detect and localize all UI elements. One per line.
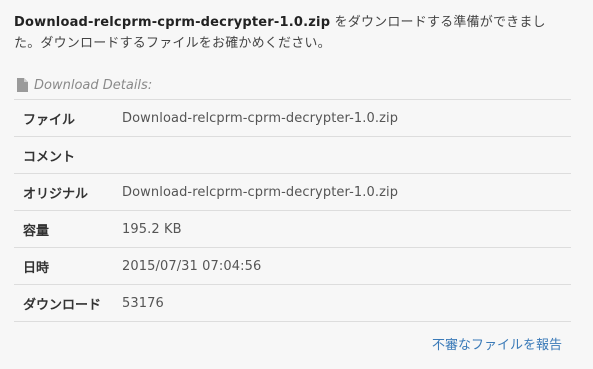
row-label: ファイル [23, 112, 76, 128]
table-row-size: 容量 195.2 KB [14, 211, 571, 248]
row-label: コメント [23, 149, 76, 165]
table-row-original: オリジナル Download-relcprm-cprm-decrypter-1.… [14, 174, 571, 211]
row-value: Download-relcprm-cprm-decrypter-1.0.zip [122, 110, 399, 126]
row-label: オリジナル [23, 186, 89, 202]
table-row-downloads: ダウンロード 53176 [14, 285, 571, 322]
row-label: ダウンロード [23, 297, 102, 313]
intro-filename: Download-relcprm-cprm-decrypter-1.0.zip [14, 15, 331, 30]
table-row-file: ファイル Download-relcprm-cprm-decrypter-1.0… [14, 100, 571, 137]
row-value: 53176 [122, 295, 164, 311]
file-icon [16, 78, 28, 92]
table-row-date: 日時 2015/07/31 07:04:56 [14, 248, 571, 285]
row-value: Download-relcprm-cprm-decrypter-1.0.zip [122, 184, 399, 200]
table-row-comment: コメント [14, 137, 571, 174]
details-header-text: Download Details: [34, 77, 153, 93]
download-details-header: Download Details: [14, 75, 571, 95]
row-value: 2015/07/31 07:04:56 [122, 258, 262, 274]
report-suspicious-file-link[interactable]: 不審なファイルを報告 [432, 334, 562, 353]
row-value: 195.2 KB [122, 221, 182, 237]
download-page: Download-relcprm-cprm-decrypter-1.0.zip … [0, 0, 593, 369]
row-label: 容量 [23, 223, 50, 239]
details-table: ファイル Download-relcprm-cprm-decrypter-1.0… [14, 99, 571, 322]
row-label: 日時 [23, 260, 50, 276]
intro-message: Download-relcprm-cprm-decrypter-1.0.zip … [14, 12, 571, 54]
